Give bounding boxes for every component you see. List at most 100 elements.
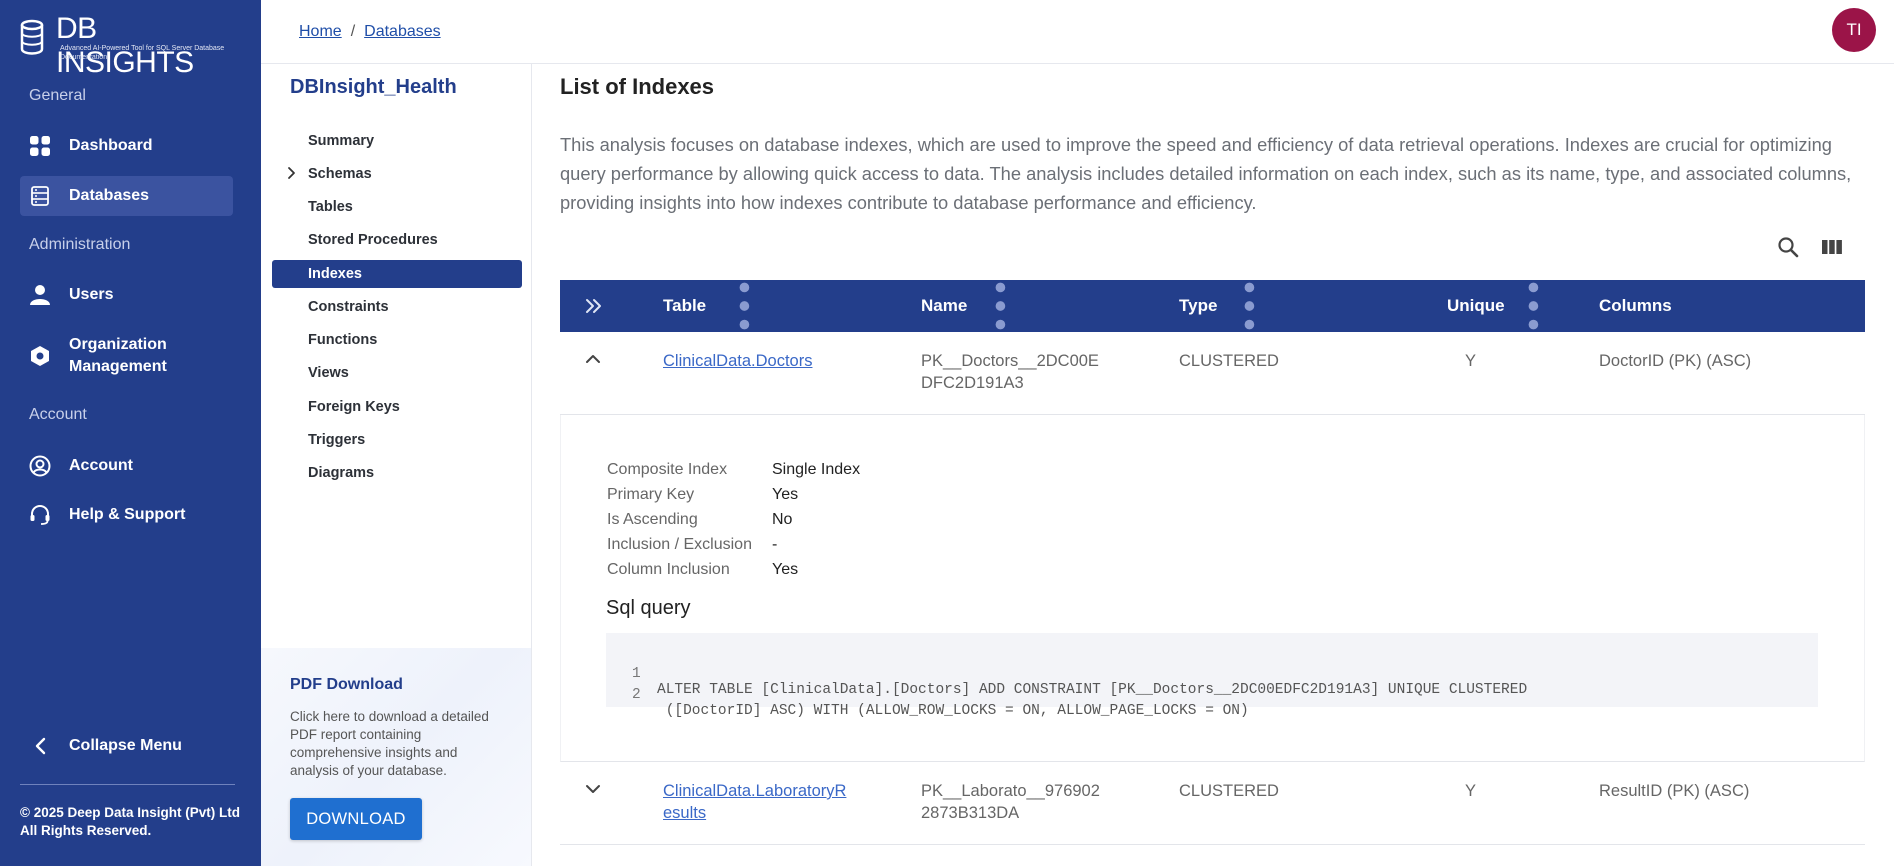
- cell-unique: Y: [1465, 352, 1477, 370]
- detail-value-primary-key: Yes: [772, 486, 799, 503]
- column-header-label: Columns: [1599, 296, 1672, 315]
- main-sidebar: DB INSIGHTS Advanced AI-Powered Tool for…: [0, 0, 261, 866]
- column-header-columns[interactable]: Columns: [1599, 280, 1672, 332]
- detail-value-composite-index: Single Index: [772, 461, 861, 478]
- expand-all-button[interactable]: [584, 280, 604, 332]
- sidebar-item-dashboard[interactable]: Dashboard: [20, 126, 233, 166]
- user-avatar[interactable]: TI: [1832, 8, 1876, 52]
- column-header-name[interactable]: Name: [921, 280, 967, 332]
- organization-icon: [29, 345, 51, 367]
- table-row: ClinicalData.LaboratoryR esults PK__Labor…: [560, 762, 1865, 845]
- subnav-item-label: Schemas: [308, 166, 372, 182]
- column-header-label: Unique: [1447, 296, 1505, 315]
- nav-section-administration: Administration: [29, 236, 131, 253]
- headset-icon: [29, 504, 51, 526]
- subnav-item-indexes[interactable]: Indexes: [272, 260, 522, 288]
- column-menu-icon[interactable]: [737, 280, 752, 332]
- sidebar-item-label: Account: [69, 457, 133, 474]
- column-menu-icon[interactable]: [993, 280, 1008, 332]
- index-name-line: 2873B313DA: [921, 804, 1020, 822]
- code-line: 2 ([DoctorID] ASC) WITH (ALLOW_ROW_LOCKS…: [606, 671, 1818, 719]
- index-name-line: PK__Laborato__976902: [921, 782, 1100, 800]
- column-header-label: Table: [663, 296, 707, 315]
- sidebar-divider: [20, 784, 235, 785]
- breadcrumb-databases-link[interactable]: Databases: [364, 23, 441, 40]
- subnav-item-tables[interactable]: Tables: [272, 193, 522, 221]
- cell-table: ClinicalData.LaboratoryR esults: [663, 780, 853, 824]
- main-content: List of Indexes This analysis focuses on…: [532, 64, 1894, 866]
- search-icon[interactable]: [1775, 234, 1801, 260]
- app-tagline: Advanced AI-Powered Tool for SQL Server …: [60, 45, 225, 61]
- dashboard-icon: [29, 135, 51, 157]
- table-link-line: ClinicalData.LaboratoryR: [663, 782, 847, 800]
- chevron-down-icon[interactable]: [584, 782, 602, 796]
- cell-table: ClinicalData.Doctors: [663, 350, 853, 372]
- cell-unique: Y: [1465, 782, 1477, 800]
- table-row: ClinicalData.Doctors PK__Doctors__2DC00E…: [560, 332, 1865, 415]
- column-header-table[interactable]: Table: [663, 280, 706, 332]
- collapse-menu-button[interactable]: Collapse Menu: [20, 726, 233, 766]
- nav-section-account: Account: [29, 406, 87, 423]
- pdf-download-title: PDF Download: [290, 676, 403, 693]
- indexes-table: Table Name Type Unique Columns ClinicalD…: [560, 280, 1865, 845]
- sql-code-block[interactable]: 1 ALTER TABLE [ClinicalData].[Doctors] A…: [606, 633, 1818, 719]
- chevron-up-icon[interactable]: [584, 352, 602, 366]
- sidebar-item-help-support[interactable]: Help & Support: [20, 495, 233, 535]
- breadcrumb-separator: /: [350, 23, 356, 40]
- chevron-right-icon: [288, 167, 295, 179]
- subnav-item-views[interactable]: Views: [272, 359, 522, 387]
- sidebar-item-label: Organization Management: [69, 336, 167, 375]
- cell-type: CLUSTERED: [1179, 782, 1279, 800]
- column-menu-icon[interactable]: [1242, 280, 1257, 332]
- detail-label-inclusion-exclusion: Inclusion / Exclusion: [607, 536, 752, 553]
- detail-value-column-inclusion: Yes: [772, 561, 799, 578]
- subnav-item-diagrams[interactable]: Diagrams: [272, 459, 522, 487]
- sidebar-item-label: Users: [69, 286, 114, 303]
- collapse-menu-label: Collapse Menu: [69, 737, 182, 754]
- nav-section-general: General: [29, 87, 86, 104]
- page-title: List of Indexes: [560, 74, 715, 99]
- subnav-item-constraints[interactable]: Constraints: [272, 293, 522, 321]
- detail-value-inclusion-exclusion: -: [772, 536, 778, 553]
- database-name: DBInsight_Health: [290, 76, 457, 98]
- user-icon: [29, 284, 51, 306]
- page-description: This analysis focuses on database indexe…: [560, 134, 1852, 213]
- column-header-unique[interactable]: Unique: [1447, 280, 1505, 332]
- sidebar-item-label: Databases: [69, 187, 150, 204]
- table-link[interactable]: ClinicalData.Doctors: [663, 352, 812, 370]
- top-header: Home / Databases TI: [261, 0, 1894, 64]
- column-view-icon[interactable]: [1819, 234, 1845, 260]
- cell-type: CLUSTERED: [1179, 352, 1279, 370]
- index-name-line: PK__Doctors__2DC00E: [921, 352, 1099, 370]
- breadcrumb-home-link[interactable]: Home: [299, 23, 342, 40]
- copyright-text: © 2025 Deep Data Insight (Pvt) Ltd All R…: [20, 805, 240, 838]
- logo-icon: [20, 19, 44, 55]
- database-icon: [29, 185, 51, 207]
- pdf-download-panel: PDF Download Click here to download a de…: [261, 648, 531, 866]
- download-button[interactable]: DOWNLOAD: [290, 798, 422, 840]
- index-detail-panel: Composite Index Single Index Primary Key…: [560, 415, 1865, 762]
- detail-label-primary-key: Primary Key: [607, 486, 695, 503]
- account-circle-icon: [29, 455, 51, 477]
- app-logo[interactable]: DB INSIGHTS Advanced AI-Powered Tool for…: [20, 12, 240, 79]
- cell-name: PK__Doctors__2DC00E DFC2D191A3: [921, 350, 1099, 394]
- table-header: Table Name Type Unique Columns: [560, 280, 1865, 332]
- subnav-item-functions[interactable]: Functions: [272, 326, 522, 354]
- column-menu-icon[interactable]: [1526, 280, 1541, 332]
- pdf-download-description: Click here to download a detailed PDF re…: [290, 709, 489, 778]
- table-link[interactable]: ClinicalData.LaboratoryR esults: [663, 782, 846, 822]
- subnav-item-stored-procedures[interactable]: Stored Procedures: [272, 226, 522, 254]
- column-header-type[interactable]: Type: [1179, 280, 1217, 332]
- cell-columns: DoctorID (PK) (ASC): [1599, 352, 1752, 370]
- subnav-item-summary[interactable]: Summary: [272, 127, 522, 155]
- subnav-item-triggers[interactable]: Triggers: [272, 426, 522, 454]
- sidebar-item-organization-management[interactable]: Organization Management: [20, 332, 233, 380]
- subnav-item-foreign-keys[interactable]: Foreign Keys: [272, 393, 522, 421]
- line-number: 2: [632, 687, 641, 703]
- subnav-item-schemas[interactable]: Schemas: [272, 160, 522, 188]
- detail-label-column-inclusion: Column Inclusion: [607, 561, 730, 578]
- sidebar-item-account[interactable]: Account: [20, 446, 233, 486]
- column-header-label: Type: [1179, 296, 1218, 315]
- sidebar-item-databases[interactable]: Databases: [20, 176, 233, 216]
- sidebar-item-users[interactable]: Users: [20, 275, 233, 315]
